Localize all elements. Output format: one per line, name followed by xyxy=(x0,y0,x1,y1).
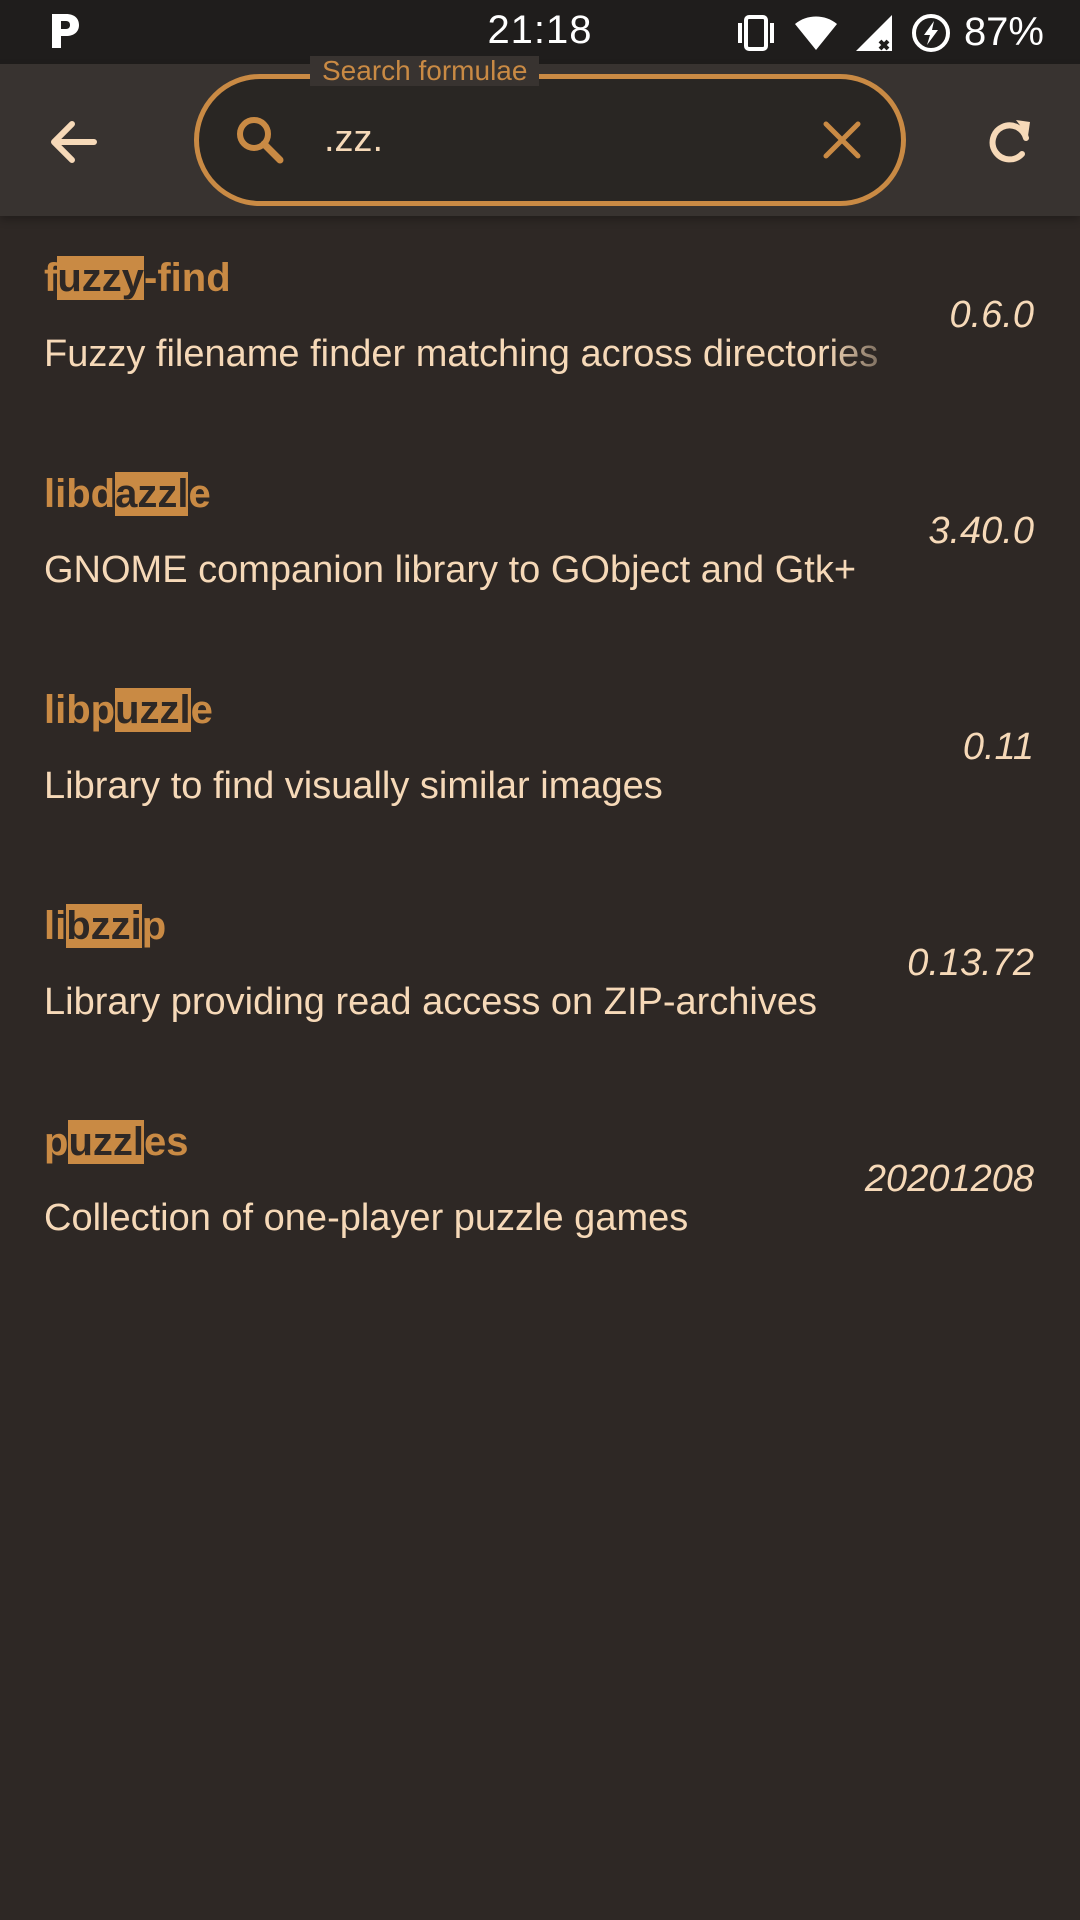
result-item[interactable]: libzzip Library providing read access on… xyxy=(0,864,1080,1080)
formula-description: Fuzzy filename finder matching across di… xyxy=(44,333,879,375)
formula-name: libzzip xyxy=(44,904,167,948)
formula-description: Collection of one-player puzzle games xyxy=(44,1197,689,1239)
formula-description: Library to find visually similar images xyxy=(44,765,663,807)
result-item[interactable]: libdazzle GNOME companion library to GOb… xyxy=(0,432,1080,648)
search-input[interactable]: .zz. xyxy=(324,114,383,164)
result-item[interactable]: libpuzzle Library to find visually simil… xyxy=(0,648,1080,864)
result-item[interactable]: puzzles Collection of one-player puzzle … xyxy=(0,1080,1080,1296)
formula-name: fuzzy-find xyxy=(44,256,231,300)
search-label: Search formulae xyxy=(310,56,540,86)
vibrate-icon xyxy=(737,14,774,51)
formula-version: 20201208 xyxy=(864,1158,1034,1200)
search-field[interactable] xyxy=(194,74,906,206)
formula-version: 0.11 xyxy=(962,726,1034,768)
search-icon xyxy=(237,117,284,164)
clear-icon[interactable] xyxy=(814,112,870,168)
app-bar xyxy=(0,64,1080,216)
signal-icon xyxy=(855,14,892,51)
battery-percentage: 87% xyxy=(963,10,1044,54)
formula-version: 0.13.72 xyxy=(907,942,1034,984)
results-list: fuzzy-find Fuzzy filename finder matchin… xyxy=(0,216,1080,1296)
status-bar: 21:18 87% xyxy=(0,0,1080,64)
wifi-icon xyxy=(794,16,837,50)
formula-name: puzzles xyxy=(44,1120,189,1164)
refresh-icon[interactable] xyxy=(982,114,1038,170)
back-arrow-icon[interactable] xyxy=(46,114,102,170)
formula-version: 0.6.0 xyxy=(949,294,1034,336)
formula-description: Library providing read access on ZIP-arc… xyxy=(44,981,818,1023)
battery-saver-icon xyxy=(911,13,950,52)
formula-version: 3.40.0 xyxy=(928,510,1034,552)
formula-name: libdazzle xyxy=(44,472,211,516)
result-item[interactable]: fuzzy-find Fuzzy filename finder matchin… xyxy=(0,216,1080,432)
formula-description: GNOME companion library to GObject and G… xyxy=(44,549,857,591)
formula-name: libpuzzle xyxy=(44,688,213,732)
